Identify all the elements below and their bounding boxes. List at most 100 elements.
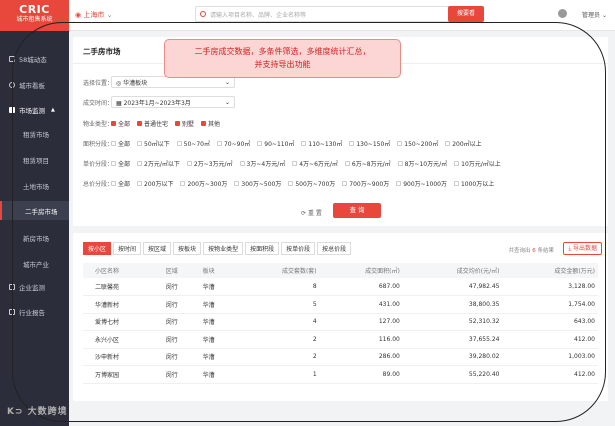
group-by-tabs: 按小区 按时间 按区域 按板块 按物业类型 按面积段 按单价段 按总价段 [83,242,353,255]
column-header[interactable]: 成交套数(套) [236,263,320,278]
property-type-row: 物业类型： 全部 普通住宅 别墅 其他 [83,119,221,128]
tab-by-total-price[interactable]: 按总价段 [317,242,352,255]
column-header[interactable]: 成交金额(万元) [502,263,598,278]
refresh-icon: ⟳ [301,210,307,217]
monitor-icon [9,107,15,113]
column-header: 板块 [199,263,237,278]
query-button[interactable]: 查 询 [333,203,381,218]
report-icon [9,309,15,315]
export-button[interactable]: ⤓ 导出数据 [563,242,602,255]
sidebar-item-market-monitor[interactable]: 市场监测 ▲ [0,102,69,118]
table-row[interactable]: 二联馨苑 闵行 华漕 8 687.00 47,982.45 3,128.00 [83,278,598,296]
calendar-icon: ▦ [116,99,122,107]
sidebar-item-land-market[interactable]: 土地市场 [0,178,69,194]
total-price-option[interactable]: 300万~500万 [234,179,281,188]
location-pin-icon: ◉ [75,11,82,19]
result-count: 共查询出 6 条结果 [508,248,554,254]
sidebar-item-rental-projects[interactable]: 租赁项目 [0,152,69,168]
reset-button[interactable]: ⟳ 重 置 [301,208,322,217]
chevron-down-icon: ⌄ [224,78,230,86]
annotation-callout: 二手房成交数据，多条件筛选，多维度统计汇总， 并支持导出功能 [164,39,401,78]
area-option[interactable]: 200㎡以上 [445,139,482,148]
sidebar-item-secondhand-market[interactable]: 二手房市场 [0,201,69,220]
total-price-option[interactable]: 1000万以上 [453,179,494,188]
tab-by-district[interactable]: 按区域 [143,242,172,255]
unit-price-option[interactable]: 全部 [111,159,130,168]
property-option[interactable]: 全部 [111,119,130,128]
area-option[interactable]: 70~90㎡ [216,139,250,148]
total-price-option[interactable]: 200万~300万 [180,179,227,188]
enterprise-icon [9,284,15,290]
table-row[interactable]: 永兴小区 闵行 华漕 2 116.00 37,655.24 412.00 [83,330,598,349]
avatar[interactable] [558,9,567,18]
brand-subtitle: 城市租售系统 [16,16,53,23]
unit-price-option[interactable]: 6万~8万元/㎡ [344,159,391,168]
column-header[interactable]: 成交面积(㎡) [319,263,403,278]
unit-price-option[interactable]: 10万元/㎡以上 [454,159,501,168]
area-option[interactable]: 150~200㎡ [397,139,438,148]
city-selector[interactable]: ◉ 上海市 ⌄ [75,10,112,20]
area-row: 面积分段： 全部 50㎡以下 50~70㎡ 70~90㎡ 90~110㎡ 110… [83,139,482,148]
location-pin-icon: ◎ [116,79,122,87]
search-icon [200,11,206,17]
tab-by-community[interactable]: 按小区 [83,242,112,255]
unit-price-option[interactable]: 4万~6万元/㎡ [292,159,338,168]
property-option[interactable]: 普通住宅 [137,119,168,128]
total-price-row: 总价分段： 全部 200万以下 200万~300万 300万~500万 500万… [83,179,495,188]
column-header: 小区名称 [83,263,163,278]
chevron-down-icon: ⌄ [601,12,607,19]
watermark: K⊃ 大数跨境 [7,407,68,417]
area-option[interactable]: 全部 [111,139,130,148]
unit-price-option[interactable]: 2万元/㎡以下 [137,159,180,168]
sidebar-item-new-home-market[interactable]: 新房市场 [0,230,69,246]
brand-logo[interactable]: CRIC 城市租售系统 [0,0,69,31]
sidebar-item-city-industry[interactable]: 城市产业 [0,256,69,272]
sidebar: CRIC 城市租售系统 58城动态 城市看板 市场监测 ▲ 租赁市场 租赁项目 土… [0,0,69,426]
sidebar-item-58-city-news[interactable]: 58城动态 [0,51,69,67]
table-row[interactable]: 华漕新村 闵行 华漕 5 431.00 38,800.35 1,754.00 [83,295,598,314]
column-header[interactable]: 成交均价(元/㎡) [402,263,503,278]
area-option[interactable]: 130~150㎡ [349,139,390,148]
sidebar-item-enterprise-monitor[interactable]: 企业监测 [0,279,69,295]
top-bar: ◉ 上海市 ⌄ 请输入项目名称、品牌、企业名称等 搜要看 管理员 ⌄ [69,0,615,31]
area-option[interactable]: 50㎡以下 [137,139,170,148]
unit-price-option[interactable]: 3万~4万元/㎡ [239,159,285,168]
column-header: 区域 [162,263,200,278]
sidebar-item-industry-report[interactable]: 行业报告 [0,304,69,320]
total-price-option[interactable]: 700万~900万 [342,179,389,188]
property-option[interactable]: 别墅 [175,119,194,128]
property-option[interactable]: 其他 [201,119,220,128]
total-price-option[interactable]: 200万以下 [137,179,173,188]
search-input[interactable]: 请输入项目名称、品牌、企业名称等 [195,6,476,22]
area-option[interactable]: 90~110㎡ [257,139,294,148]
download-icon: ⤓ [568,245,572,252]
unit-price-option[interactable]: 2万~3万元/㎡ [186,159,233,168]
tab-by-unit-price[interactable]: 按单价段 [281,242,316,255]
chevron-up-icon: ▲ [51,107,55,113]
area-option[interactable]: 110~130㎡ [301,139,342,148]
tab-by-area[interactable]: 按面积段 [245,242,280,255]
date-range-picker[interactable]: ▦ 2023年1月~2023年3月 ⌄ [111,96,235,108]
sidebar-item-rental-market[interactable]: 租赁市场 [0,126,69,142]
results-table: 小区名称 区域 板块 成交套数(套) 成交面积(㎡) 成交均价(元/㎡) 成交金… [83,263,598,384]
brand-title: CRIC [19,3,50,16]
page-title: 二手房市场 [83,47,121,56]
table-row[interactable]: 沙申新村 闵行 华漕 2 286.00 39,280.02 1,003.00 [83,348,598,366]
unit-price-option[interactable]: 8万~10万元/㎡ [397,159,447,168]
unit-price-row: 单价分段： 全部 2万元/㎡以下 2万~3万元/㎡ 3万~4万元/㎡ 4万~6万… [83,159,501,168]
user-menu[interactable]: 管理员 ⌄ [582,10,607,19]
dashboard-icon [9,82,15,88]
table-row[interactable]: 万博家园 闵行 华漕 1 89.00 55,220.40 412.00 [83,365,598,384]
total-price-option[interactable]: 900万~1000万 [396,179,447,188]
total-price-option[interactable]: 500万~700万 [288,179,335,188]
sidebar-item-city-dashboard[interactable]: 城市看板 [0,77,69,93]
total-price-option[interactable]: 全部 [111,179,130,188]
tab-by-property-type[interactable]: 按物业类型 [203,242,244,255]
search-button[interactable]: 搜要看 [448,6,484,22]
tab-by-block[interactable]: 按板块 [173,242,202,255]
table-header: 小区名称 区域 板块 成交套数(套) 成交面积(㎡) 成交均价(元/㎡) 成交金… [83,263,598,278]
table-row[interactable]: 爱博七村 闵行 华漕 4 127.00 52,310.32 643.00 [83,313,598,331]
area-option[interactable]: 50~70㎡ [176,139,210,148]
tab-by-time[interactable]: 按时间 [113,242,142,255]
watermark-logo-icon: K⊃ [7,407,24,417]
